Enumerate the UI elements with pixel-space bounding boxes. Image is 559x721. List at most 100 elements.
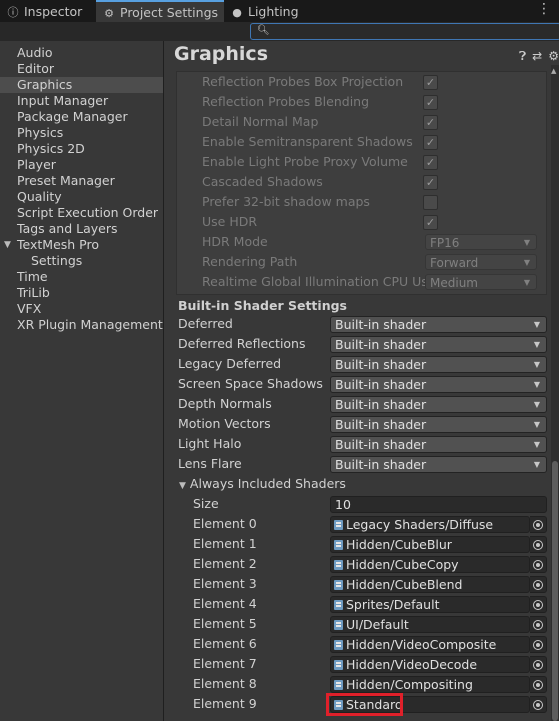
sidebar-item-label: Script Execution Order xyxy=(17,205,159,220)
vertical-scrollbar[interactable]: ▲ xyxy=(551,65,559,721)
tier-setting-label: Cascaded Shadows xyxy=(202,174,323,189)
cascaded-shadows-checkbox[interactable]: ✓ xyxy=(423,175,438,190)
hdr-mode-dropdown[interactable]: FP16 ▼ xyxy=(425,234,537,250)
size-value: 10 xyxy=(335,497,351,512)
size-field[interactable]: 10 xyxy=(330,496,547,513)
tab-inspector[interactable]: ⓘ Inspector xyxy=(6,0,83,22)
rendering-path-dropdown[interactable]: Forward ▼ xyxy=(425,254,537,270)
sidebar-item-trilib[interactable]: TriLib xyxy=(0,285,163,301)
sidebar-item-graphics[interactable]: Graphics xyxy=(0,77,163,93)
scroll-up-icon[interactable]: ▲ xyxy=(551,67,556,75)
detail-normal-map-checkbox[interactable]: ✓ xyxy=(423,115,438,130)
sidebar-item-textmesh-settings[interactable]: Settings xyxy=(0,253,163,269)
object-picker-icon[interactable] xyxy=(530,516,547,533)
deferred-reflections-dropdown[interactable]: Built-in shader ▼ xyxy=(330,336,547,353)
sidebar-item-vfx[interactable]: VFX xyxy=(0,301,163,317)
object-picker-icon[interactable] xyxy=(530,576,547,593)
shader-icon xyxy=(334,680,343,690)
tab-inspector-label: Inspector xyxy=(24,4,83,19)
shader-object-field[interactable]: Sprites/Default xyxy=(330,596,530,613)
sidebar-item-preset-manager[interactable]: Preset Manager xyxy=(0,173,163,189)
shader-object-field[interactable]: Hidden/Compositing xyxy=(330,676,530,693)
object-picker-icon[interactable] xyxy=(530,696,547,713)
shader-object-field[interactable]: UI/Default xyxy=(330,616,530,633)
sidebar-item-script-execution-order[interactable]: Script Execution Order xyxy=(0,205,163,221)
deferred-shader-dropdown[interactable]: Built-in shader ▼ xyxy=(330,316,547,333)
shader-object-field[interactable]: Legacy Shaders/Diffuse xyxy=(330,516,530,533)
shader-icon xyxy=(334,580,343,590)
object-picker-icon[interactable] xyxy=(530,536,547,553)
realtime-gi-cpu-usage-dropdown[interactable]: Medium ▼ xyxy=(425,274,537,290)
element-label: Element 7 xyxy=(193,656,257,671)
shader-object-field[interactable]: Hidden/CubeBlend xyxy=(330,576,530,593)
sidebar-item-package-manager[interactable]: Package Manager xyxy=(0,109,163,125)
sidebar-item-physics[interactable]: Physics xyxy=(0,125,163,141)
shader-object-field[interactable]: Hidden/VideoDecode xyxy=(330,656,530,673)
object-picker-icon[interactable] xyxy=(530,556,547,573)
dropdown-value: Built-in shader xyxy=(335,317,427,332)
light-probe-proxy-volume-checkbox[interactable]: ✓ xyxy=(423,155,438,170)
reflection-probes-blending-checkbox[interactable]: ✓ xyxy=(423,95,438,110)
shader-name: Hidden/CubeBlend xyxy=(346,577,463,592)
shader-object-field[interactable]: Hidden/VideoComposite xyxy=(330,636,530,653)
tier-setting-label: Detail Normal Map xyxy=(202,114,319,129)
semitransparent-shadows-checkbox[interactable]: ✓ xyxy=(423,135,438,150)
preset-icon[interactable]: ⇄ xyxy=(532,49,542,63)
chevron-down-icon: ▼ xyxy=(533,340,540,349)
tab-project-settings[interactable]: ⚙ Project Settings xyxy=(96,0,224,22)
sidebar-item-label: Preset Manager xyxy=(17,173,115,188)
depth-normals-dropdown[interactable]: Built-in shader ▼ xyxy=(330,396,547,413)
reflection-probes-box-projection-checkbox[interactable]: ✓ xyxy=(423,75,438,90)
dropdown-value: Built-in shader xyxy=(335,437,427,452)
prefer-32bit-shadow-maps-checkbox[interactable] xyxy=(423,195,438,210)
motion-vectors-dropdown[interactable]: Built-in shader ▼ xyxy=(330,416,547,433)
sidebar-item-textmesh-pro[interactable]: ▼ TextMesh Pro xyxy=(0,237,163,253)
dropdown-value: Built-in shader xyxy=(335,457,427,472)
scrollbar-thumb[interactable] xyxy=(552,461,558,721)
sidebar-item-audio[interactable]: Audio xyxy=(0,45,163,61)
sidebar-item-tags-and-layers[interactable]: Tags and Layers xyxy=(0,221,163,237)
use-hdr-checkbox[interactable]: ✓ xyxy=(423,215,438,230)
object-picker-icon[interactable] xyxy=(530,616,547,633)
settings-gear-icon[interactable]: ⚙ xyxy=(548,49,559,63)
help-icon[interactable]: ❓︎ xyxy=(519,49,526,64)
element-label: Element 8 xyxy=(193,676,257,691)
sidebar-item-editor[interactable]: Editor xyxy=(0,61,163,77)
sidebar-item-player[interactable]: Player xyxy=(0,157,163,173)
sidebar-item-label: Package Manager xyxy=(17,109,128,124)
sidebar-item-time[interactable]: Time xyxy=(0,269,163,285)
tier-setting-label: Prefer 32-bit shadow maps xyxy=(202,194,370,209)
always-included-shaders-foldout[interactable]: ▼ Always Included Shaders xyxy=(179,474,346,494)
sidebar-item-quality[interactable]: Quality xyxy=(0,189,163,205)
object-picker-icon[interactable] xyxy=(530,676,547,693)
screen-space-shadows-dropdown[interactable]: Built-in shader ▼ xyxy=(330,376,547,393)
shader-name: UI/Default xyxy=(346,617,409,632)
light-halo-dropdown[interactable]: Built-in shader ▼ xyxy=(330,436,547,453)
object-picker-icon[interactable] xyxy=(530,596,547,613)
more-options-icon[interactable]: ⋮ xyxy=(537,1,551,17)
object-picker-icon[interactable] xyxy=(530,636,547,653)
shader-setting-label: Deferred Reflections xyxy=(178,336,306,351)
shader-name: Hidden/VideoComposite xyxy=(346,637,497,652)
shader-icon xyxy=(334,640,343,650)
sidebar-item-physics-2d[interactable]: Physics 2D xyxy=(0,141,163,157)
tab-lighting[interactable]: ● Lighting xyxy=(230,0,298,22)
sidebar-item-xr-plugin-management[interactable]: XR Plugin Management xyxy=(0,317,163,333)
shader-setting-label: Motion Vectors xyxy=(178,416,271,431)
tier-setting-label: Reflection Probes Blending xyxy=(202,94,370,109)
sidebar-item-label: XR Plugin Management xyxy=(17,317,163,332)
chevron-down-icon: ▼ xyxy=(523,258,530,267)
shader-icon xyxy=(334,660,343,670)
expand-arrow-icon[interactable]: ▼ xyxy=(4,237,11,253)
shader-icon xyxy=(334,520,343,530)
sidebar-item-input-manager[interactable]: Input Manager xyxy=(0,93,163,109)
legacy-deferred-dropdown[interactable]: Built-in shader ▼ xyxy=(330,356,547,373)
chevron-down-icon: ▼ xyxy=(533,320,540,329)
graphics-settings-panel: Graphics ❓︎ ⇄ ⚙ ▲ Reflection Probes Box Pr… xyxy=(164,41,559,721)
tier-setting-label: Rendering Path xyxy=(202,254,298,269)
shader-object-field[interactable]: Hidden/CubeBlur xyxy=(330,536,530,553)
lens-flare-dropdown[interactable]: Built-in shader ▼ xyxy=(330,456,547,473)
object-picker-icon[interactable] xyxy=(530,656,547,673)
shader-object-field[interactable]: Hidden/CubeCopy xyxy=(330,556,530,573)
search-input[interactable]: 🔍︎ xyxy=(250,23,559,40)
